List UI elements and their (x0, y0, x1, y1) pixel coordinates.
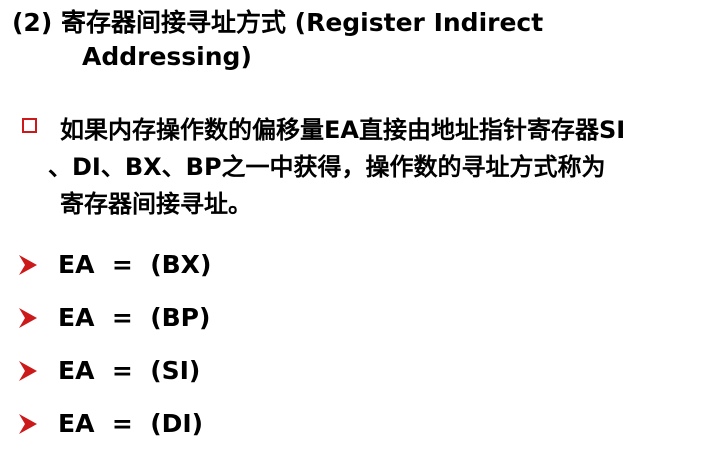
section-heading: (2) 寄存器间接寻址方式 (Register Indirect Address… (12, 6, 702, 74)
definition-text: 如果内存操作数的偏移量EA直接由地址指针寄存器SI 、DI、BX、BP之一中获得… (48, 112, 702, 223)
equation-item: EA = (BX) (18, 238, 211, 291)
equation-text: EA = (BX) (58, 250, 212, 279)
definition-bullet: 如果内存操作数的偏移量EA直接由地址指针寄存器SI 、DI、BX、BP之一中获得… (22, 112, 702, 223)
hollow-square-icon (22, 118, 37, 133)
arrowhead-bullet-icon (19, 413, 37, 434)
equation-list: EA = (BX) EA = (BP) EA = (SI) EA = (DI) (18, 238, 211, 450)
equation-item: EA = (DI) (18, 397, 211, 450)
arrowhead-bullet-icon (19, 360, 37, 381)
arrowhead-bullet-icon (19, 307, 37, 328)
arrowhead-bullet-icon (19, 254, 37, 275)
equation-text: EA = (BP) (58, 303, 211, 332)
definition-line-1: 如果内存操作数的偏移量EA直接由地址指针寄存器SI (60, 116, 626, 144)
definition-line-2: 、DI、BX、BP之一中获得，操作数的寻址方式称为 (48, 153, 606, 181)
equation-item: EA = (BP) (18, 291, 211, 344)
definition-line-3: 寄存器间接寻址。 (60, 190, 252, 218)
slide: (2) 寄存器间接寻址方式 (Register Indirect Address… (0, 0, 713, 457)
equation-text: EA = (DI) (58, 409, 204, 438)
equation-item: EA = (SI) (18, 344, 211, 397)
equation-text: EA = (SI) (58, 356, 201, 385)
heading-line-1: (2) 寄存器间接寻址方式 (Register Indirect (12, 8, 544, 37)
heading-line-2: Addressing) (82, 42, 252, 71)
